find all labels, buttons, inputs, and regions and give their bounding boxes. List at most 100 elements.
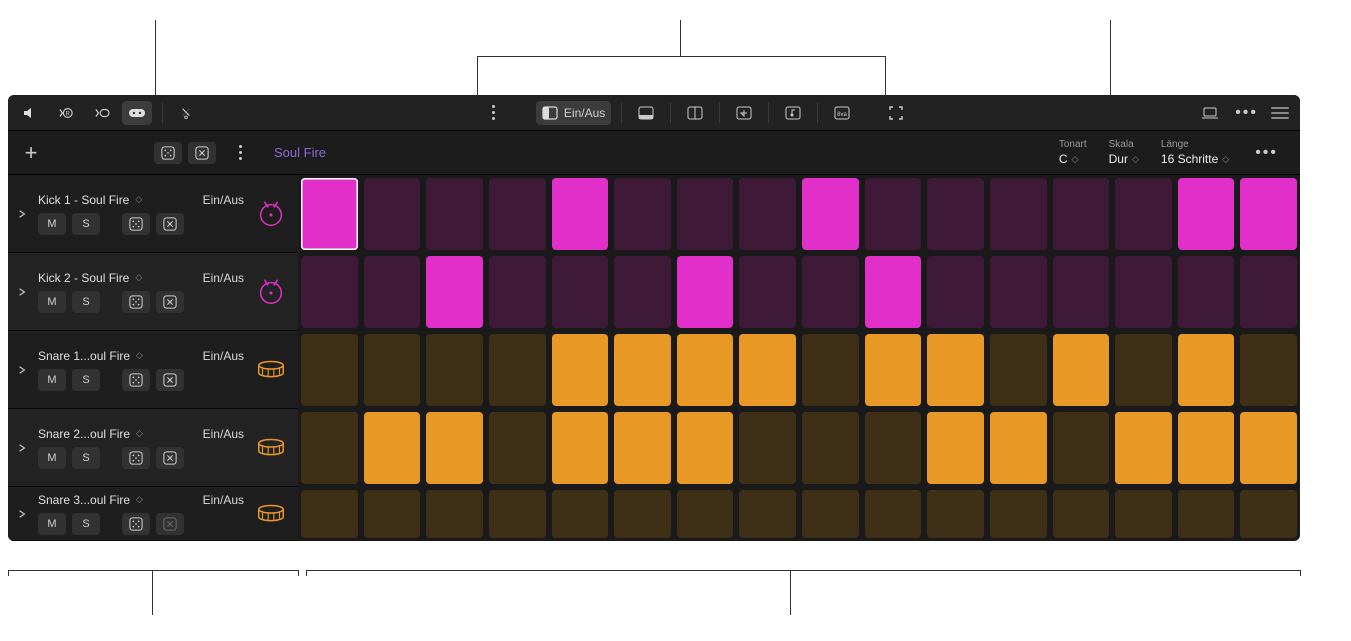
expand-row-button[interactable] — [12, 509, 32, 519]
clear-row-button[interactable] — [156, 447, 184, 469]
step-cell[interactable] — [489, 490, 546, 538]
track-name[interactable]: Snare 3...oul Fire — [38, 493, 130, 507]
note-panel-icon[interactable] — [779, 101, 807, 125]
step-cell[interactable] — [489, 256, 546, 328]
step-cell[interactable] — [865, 334, 922, 406]
octave-panel-icon[interactable]: 8va — [828, 101, 858, 125]
scale-selector[interactable]: Skala Dur◇ — [1109, 139, 1139, 166]
focus-selection-icon[interactable] — [882, 101, 910, 125]
step-cell[interactable] — [1115, 490, 1172, 538]
step-cell[interactable] — [990, 178, 1047, 250]
step-cell[interactable] — [364, 256, 421, 328]
solo-button[interactable]: S — [72, 291, 100, 313]
pattern-name-label[interactable]: Soul Fire — [266, 141, 334, 164]
mode-controller-outline-icon[interactable] — [86, 101, 118, 125]
step-cell[interactable] — [426, 412, 483, 484]
mute-button[interactable]: M — [38, 291, 66, 313]
step-cell[interactable] — [802, 490, 859, 538]
clear-header-button[interactable] — [188, 142, 216, 164]
step-cell[interactable] — [1053, 490, 1110, 538]
step-cell[interactable] — [739, 256, 796, 328]
step-cell[interactable] — [1115, 256, 1172, 328]
mute-button[interactable]: M — [38, 213, 66, 235]
step-cell[interactable] — [1178, 178, 1235, 250]
step-cell[interactable] — [1240, 490, 1297, 538]
track-name[interactable]: Snare 2...oul Fire — [38, 427, 130, 441]
step-cell[interactable] — [802, 178, 859, 250]
mute-button[interactable]: M — [38, 513, 66, 535]
step-cell[interactable] — [927, 490, 984, 538]
step-cell[interactable] — [1115, 178, 1172, 250]
toolbar-overflow-icon[interactable]: ••• — [1231, 104, 1262, 122]
step-cell[interactable] — [489, 178, 546, 250]
hamburger-icon[interactable] — [1268, 107, 1292, 119]
step-cell[interactable] — [677, 178, 734, 250]
step-cell[interactable] — [614, 256, 671, 328]
step-cell[interactable] — [614, 490, 671, 538]
randomize-row-button[interactable] — [122, 513, 150, 535]
config-more-icon[interactable]: ••• — [1251, 144, 1282, 162]
step-cell[interactable] — [1053, 256, 1110, 328]
step-cell[interactable] — [802, 256, 859, 328]
mute-button[interactable]: M — [38, 369, 66, 391]
expand-row-button[interactable] — [12, 365, 32, 375]
length-selector[interactable]: Länge 16 Schritte◇ — [1161, 139, 1229, 166]
mute-button[interactable]: M — [38, 447, 66, 469]
track-status-label[interactable]: Ein/Aus — [203, 349, 244, 363]
clear-row-button[interactable] — [156, 369, 184, 391]
track-status-label[interactable]: Ein/Aus — [203, 427, 244, 441]
step-cell[interactable] — [990, 490, 1047, 538]
expand-row-button[interactable] — [12, 443, 32, 453]
step-cell[interactable] — [552, 412, 609, 484]
randomize-row-button[interactable] — [122, 291, 150, 313]
step-cell[interactable] — [614, 178, 671, 250]
solo-button[interactable]: S — [72, 513, 100, 535]
step-cell[interactable] — [552, 178, 609, 250]
solo-button[interactable]: S — [72, 369, 100, 391]
view-split-icon[interactable] — [681, 101, 709, 125]
step-cell[interactable] — [865, 412, 922, 484]
step-cell[interactable] — [739, 490, 796, 538]
step-cell[interactable] — [301, 490, 358, 538]
step-cell[interactable] — [364, 334, 421, 406]
clear-row-button[interactable] — [156, 213, 184, 235]
step-cell[interactable] — [1240, 412, 1297, 484]
link-toggle-icon[interactable] — [173, 101, 199, 125]
key-selector[interactable]: Tonart C◇ — [1059, 139, 1087, 166]
track-status-label[interactable]: Ein/Aus — [203, 493, 244, 507]
mode-registered-icon[interactable]: R — [50, 101, 82, 125]
clear-row-button[interactable] — [156, 291, 184, 313]
step-cell[interactable] — [301, 334, 358, 406]
step-cell[interactable] — [677, 412, 734, 484]
step-cell[interactable] — [802, 334, 859, 406]
step-cell[interactable] — [1053, 412, 1110, 484]
mode-controller-filled-icon[interactable] — [122, 101, 152, 125]
track-name[interactable]: Kick 1 - Soul Fire — [38, 193, 129, 207]
randomize-row-button[interactable] — [122, 213, 150, 235]
step-cell[interactable] — [1240, 334, 1297, 406]
step-cell[interactable] — [677, 334, 734, 406]
step-cell[interactable] — [1053, 178, 1110, 250]
step-cell[interactable] — [426, 334, 483, 406]
step-cell[interactable] — [739, 334, 796, 406]
track-status-label[interactable]: Ein/Aus — [203, 193, 244, 207]
step-cell[interactable] — [489, 334, 546, 406]
step-cell[interactable] — [802, 412, 859, 484]
step-cell[interactable] — [552, 490, 609, 538]
step-cell[interactable] — [426, 256, 483, 328]
header-more-icon[interactable] — [230, 145, 250, 160]
randomize-row-button[interactable] — [122, 447, 150, 469]
step-cell[interactable] — [1178, 490, 1235, 538]
track-status-label[interactable]: Ein/Aus — [203, 271, 244, 285]
step-cell[interactable] — [1115, 334, 1172, 406]
step-cell[interactable] — [1240, 178, 1297, 250]
step-cell[interactable] — [426, 490, 483, 538]
track-name[interactable]: Snare 1...oul Fire — [38, 349, 130, 363]
solo-button[interactable]: S — [72, 447, 100, 469]
step-cell[interactable] — [301, 412, 358, 484]
step-cell[interactable] — [865, 256, 922, 328]
step-cell[interactable] — [990, 256, 1047, 328]
step-cell[interactable] — [1178, 256, 1235, 328]
clear-row-button[interactable] — [156, 513, 184, 535]
toolbar-more-icon[interactable] — [484, 105, 504, 120]
